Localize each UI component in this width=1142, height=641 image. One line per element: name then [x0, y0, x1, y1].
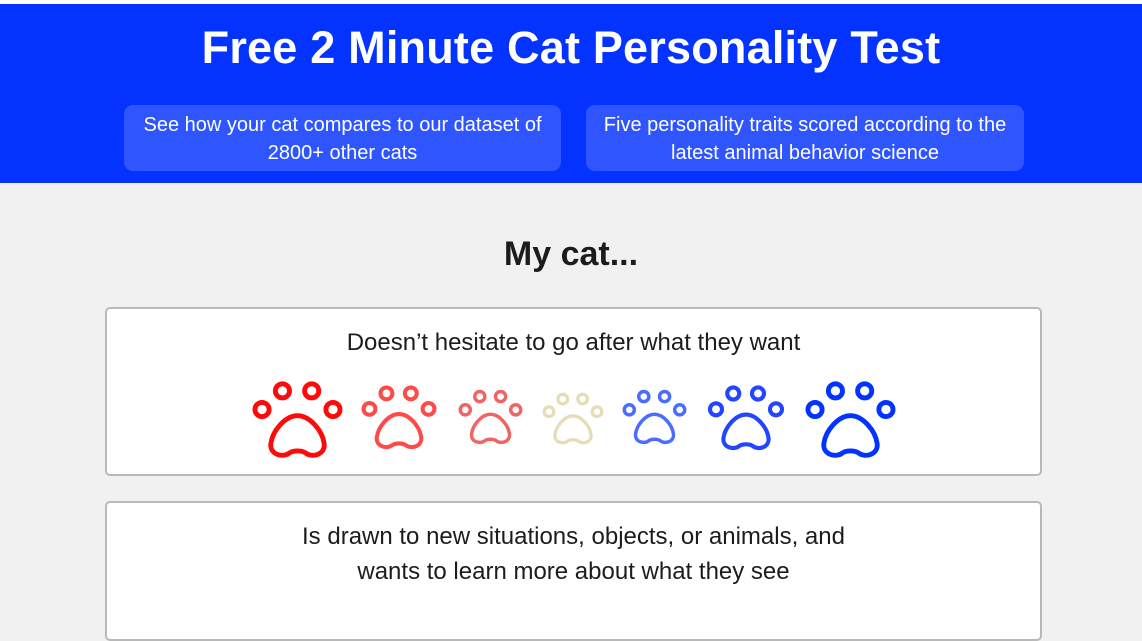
paw-option-6[interactable]	[707, 385, 785, 452]
paw-option-1[interactable]	[252, 381, 343, 460]
paw-icon	[361, 385, 437, 450]
paw-icon	[542, 392, 604, 445]
hero-banner: Free 2 Minute Cat Personality Test See h…	[0, 4, 1142, 183]
section-title: My cat...	[503, 235, 639, 273]
traits-info-pill: Five personality traits scored according…	[586, 105, 1024, 171]
paw-option-2[interactable]	[361, 385, 437, 451]
page-title: Free 2 Minute Cat Personality Test	[201, 22, 941, 73]
question-text-line: Is drawn to new situations, objects, or …	[302, 523, 845, 550]
paw-icon	[805, 381, 896, 458]
paw-icon	[622, 389, 687, 445]
paw-icon	[252, 381, 343, 458]
paw-option-5[interactable]	[622, 389, 687, 446]
paw-option-7[interactable]	[805, 381, 896, 460]
question-card: Is drawn to new situations, objects, or …	[105, 501, 1042, 641]
paw-option-3[interactable]	[458, 389, 523, 446]
question-text: Is drawn to new situations, objects, or …	[107, 519, 1040, 589]
dataset-info-pill: See how your cat compares to our dataset…	[124, 105, 561, 171]
question-text: Doesn’t hesitate to go after what they w…	[346, 329, 801, 356]
question-card: Doesn’t hesitate to go after what they w…	[105, 307, 1042, 476]
paw-icon	[458, 389, 523, 445]
question-text-line: wants to learn more about what they see	[357, 558, 790, 585]
paw-option-4[interactable]	[542, 392, 604, 446]
paw-icon	[707, 385, 785, 451]
